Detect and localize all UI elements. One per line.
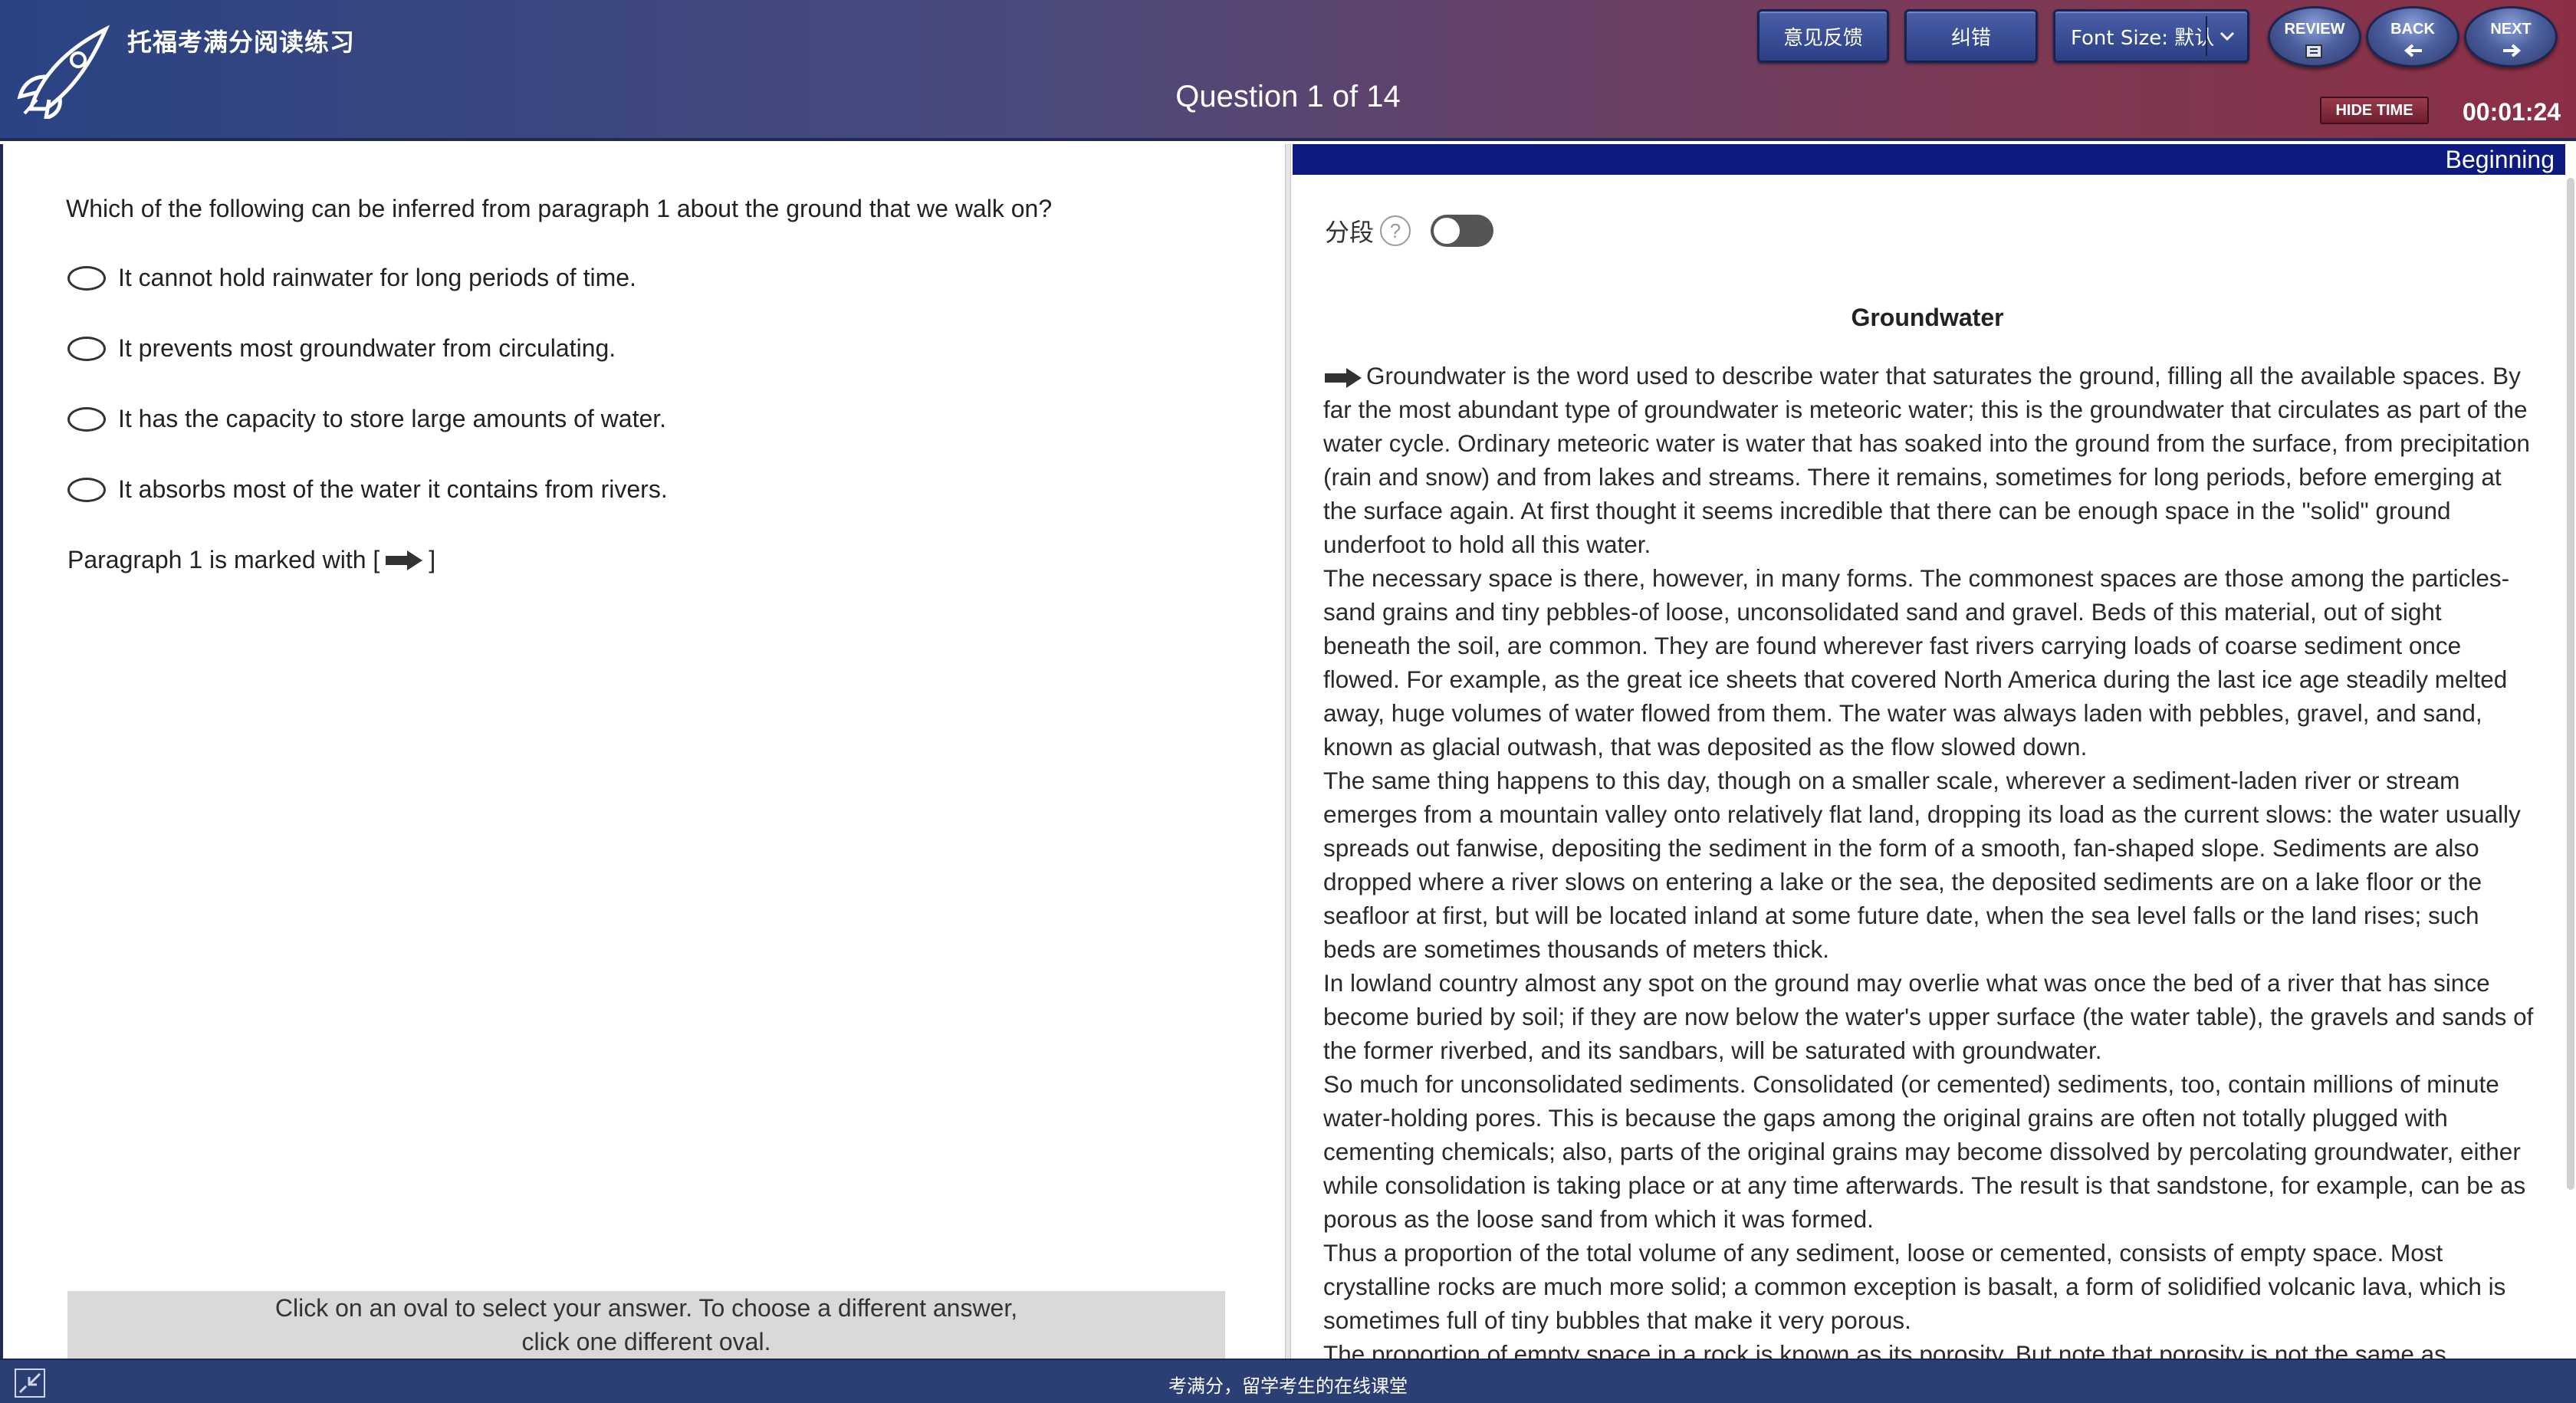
report-error-button[interactable]: 纠错 — [1904, 9, 2038, 63]
passage-pane: Beginning 分段 ? Groundwater Groundwater i… — [1291, 144, 2576, 1359]
footer-bar: 考满分，留学考生的在线课堂 — [0, 1359, 2576, 1403]
arrow-left-icon — [2404, 44, 2422, 58]
segment-control: 分段 ? — [1325, 213, 1494, 248]
instructions-box: Click on an oval to select your answer. … — [67, 1291, 1225, 1359]
passage-paragraph-2: The necessary space is there, however, i… — [1323, 564, 2510, 761]
radio-oval[interactable] — [67, 477, 106, 502]
font-size-label: Font Size: 默认 — [2071, 26, 2215, 50]
paragraph-note-prefix: Paragraph 1 is marked with [ — [67, 546, 380, 573]
radio-oval[interactable] — [67, 336, 106, 361]
select-divider — [2206, 16, 2207, 56]
option-text: It cannot hold rainwater for long period… — [118, 264, 636, 291]
segment-label: 分段 — [1325, 218, 1375, 247]
feedback-button[interactable]: 意见反馈 — [1757, 9, 1889, 63]
next-button[interactable]: NEXT — [2464, 6, 2558, 67]
passage-paragraph-5: So much for unconsolidated sediments. Co… — [1323, 1070, 2526, 1233]
option-text: It absorbs most of the water it contains… — [118, 475, 668, 503]
passage-paragraph-3: The same thing happens to this day, thou… — [1323, 767, 2521, 963]
passage-paragraph-7: The proportion of empty space in a rock … — [1323, 1340, 2446, 1359]
paragraph-note-suffix: ] — [429, 546, 436, 573]
paragraph-1-text: Groundwater is the word used to describe… — [1323, 362, 2530, 558]
header-bar: 托福考满分阅读练习 Question 1 of 14 意见反馈 纠错 Font … — [0, 0, 2576, 141]
answer-option-2[interactable]: It prevents most groundwater from circul… — [67, 334, 616, 363]
option-text: It has the capacity to store large amoun… — [118, 405, 667, 432]
answer-option-1[interactable]: It cannot hold rainwater for long period… — [67, 264, 636, 292]
instructions-line-2: click one different oval. — [521, 1328, 771, 1355]
review-label: REVIEW — [2284, 21, 2345, 38]
option-text: It prevents most groundwater from circul… — [118, 334, 616, 362]
review-button[interactable]: REVIEW — [2268, 6, 2361, 67]
review-icon — [2305, 44, 2322, 58]
radio-oval[interactable] — [67, 265, 106, 291]
passage-paragraph-4: In lowland country almost any spot on th… — [1323, 969, 2534, 1064]
back-label: BACK — [2390, 21, 2435, 38]
question-pane: Which of the following can be inferred f… — [0, 144, 1285, 1359]
arrow-right-icon — [2503, 44, 2522, 58]
pane-splitter[interactable] — [1285, 144, 1291, 1359]
passage-text: Groundwater is the word used to describe… — [1323, 359, 2535, 1359]
answer-option-4[interactable]: It absorbs most of the water it contains… — [67, 475, 668, 504]
radio-oval[interactable] — [67, 406, 106, 432]
passage-position-bar: Beginning — [1293, 144, 2565, 175]
question-counter: Question 1 of 14 — [1175, 80, 1401, 113]
paragraph-arrow-icon — [386, 550, 423, 570]
passage-title: Groundwater — [1851, 304, 2004, 331]
footer-text: 考满分，留学考生的在线课堂 — [1168, 1375, 1408, 1397]
instructions-line-1: Click on an oval to select your answer. … — [274, 1294, 1018, 1322]
help-icon[interactable]: ? — [1380, 215, 1411, 246]
timer: 00:01:24 — [2463, 98, 2561, 126]
toggle-knob — [1434, 218, 1460, 244]
passage-scrollbar[interactable] — [2567, 178, 2574, 1190]
segment-toggle[interactable] — [1431, 215, 1494, 247]
next-label: NEXT — [2490, 21, 2532, 38]
paragraph-arrow-icon — [1325, 367, 1362, 388]
paragraph-marker-note: Paragraph 1 is marked with [ ] — [67, 546, 435, 574]
hide-time-button[interactable]: HIDE TIME — [2320, 97, 2429, 124]
back-button[interactable]: BACK — [2366, 6, 2459, 67]
passage-paragraph-1: Groundwater is the word used to describe… — [1323, 359, 2535, 561]
question-text: Which of the following can be inferred f… — [66, 195, 1053, 222]
passage-paragraph-6: Thus a proportion of the total volume of… — [1323, 1239, 2506, 1334]
app-title: 托福考满分阅读练习 — [127, 28, 356, 57]
font-size-select[interactable]: Font Size: 默认 — [2053, 9, 2249, 63]
answer-option-3[interactable]: It has the capacity to store large amoun… — [67, 405, 666, 433]
chevron-down-icon — [2220, 31, 2235, 41]
